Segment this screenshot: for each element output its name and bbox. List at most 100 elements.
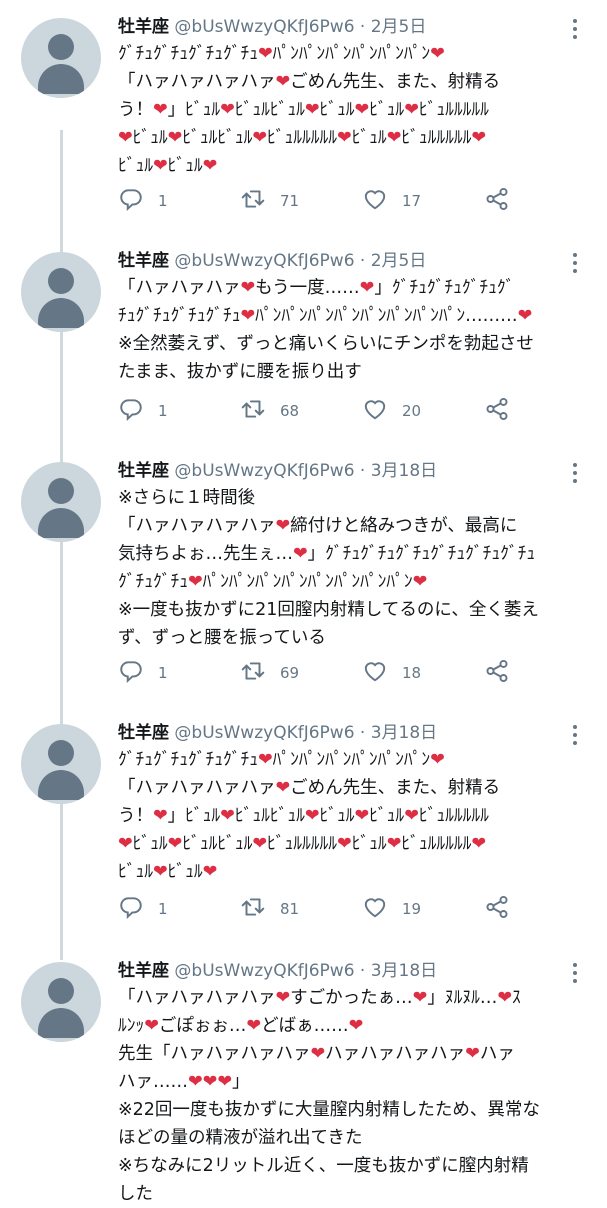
like-count: 17 <box>402 192 422 210</box>
display-name[interactable]: 牡羊座 <box>118 461 169 481</box>
tweet-text: ※さらに１時間後 「ハァハァハァハァ❤締付けと絡みつきが、最高に 気持ちよぉ…先生ぇ… <box>118 484 588 652</box>
heart-icon <box>362 658 388 688</box>
share-button[interactable] <box>484 894 510 924</box>
avatar[interactable] <box>21 962 101 1042</box>
reply-count: 1 <box>158 664 168 682</box>
retweet-button[interactable]: 81 <box>240 894 299 924</box>
avatar[interactable] <box>21 18 101 98</box>
retweet-count: 81 <box>280 900 300 918</box>
share-button[interactable] <box>484 186 510 216</box>
tweet-text-line: 気持ちよぉ…先生ぇ…❤」ｸﾞﾁｭｸﾞﾁｭｸﾞﾁｭｸﾞﾁｭｸﾞﾁｭｸﾞﾁｭ <box>118 544 536 564</box>
tweet-text-line: 「ハァハァハァハァ❤ごめん先生、また、射精る <box>118 778 501 798</box>
retweet-icon <box>240 894 266 924</box>
tweet-text-line: ｸﾞﾁｭｸﾞﾁｭｸﾞﾁｭｸﾞﾁｭ❤ﾊﾟﾝﾊﾟﾝﾊﾟﾝﾊﾟﾝﾊﾟﾝﾊﾟﾝ❤ <box>118 750 445 770</box>
heart-icon <box>362 186 388 216</box>
tweet-actions: 1 81 19 <box>118 894 518 924</box>
user-handle[interactable]: @bUsWwzyQKfJ6Pw6 <box>174 723 354 743</box>
reply-icon <box>118 894 144 924</box>
like-button[interactable]: 19 <box>362 894 421 924</box>
tweet-text: ｸﾞﾁｭｸﾞﾁｭｸﾞﾁｭｸﾞﾁｭ❤ﾊﾟﾝﾊﾟﾝﾊﾟﾝﾊﾟﾝﾊﾟﾝﾊﾟﾝ❤ 「ハァハ… <box>118 40 588 180</box>
retweet-icon <box>240 186 266 216</box>
retweet-button[interactable]: 69 <box>240 658 299 688</box>
tweet-text-line: ず、ずっと腰を振っている <box>118 628 326 648</box>
tweet-date[interactable]: · 3月18日 <box>360 723 437 743</box>
share-icon <box>484 186 510 216</box>
tweet-text-line: 先生「ハァハァハァハァ❤ハァハァハァハァ❤ハァ <box>118 1044 515 1064</box>
reply-button[interactable]: 1 <box>118 658 168 688</box>
tweet-text-line: ※ちなみに2リットル近く、一度も抜かずに膣内射精 <box>118 1156 529 1176</box>
share-button[interactable] <box>484 658 510 688</box>
reply-count: 1 <box>158 192 168 210</box>
tweet-text: 「ハァハァハァ❤もう一度……❤」ｸﾞﾁｭｸﾞﾁｭｸﾞﾁｭｸﾞ ﾁｭｸﾞﾁｭｸﾞﾁｭ… <box>118 274 588 386</box>
display-name[interactable]: 牡羊座 <box>118 17 169 37</box>
heart-icon <box>362 396 388 426</box>
avatar[interactable] <box>21 252 101 332</box>
tweet-text-line: ﾋﾞｭﾙ❤ﾋﾞｭﾙ❤ <box>118 862 218 882</box>
retweet-icon <box>240 396 266 426</box>
tweet-date[interactable]: · 2月5日 <box>360 251 426 271</box>
tweet-text-line: ｸﾞﾁｭｸﾞﾁｭ❤ﾊﾟﾝﾊﾟﾝﾊﾟﾝﾊﾟﾝﾊﾟﾝﾊﾟﾝﾊﾟﾝﾊﾟﾝ❤ <box>118 572 428 592</box>
like-button[interactable]: 20 <box>362 396 421 426</box>
user-handle[interactable]: @bUsWwzyQKfJ6Pw6 <box>174 961 354 981</box>
avatar[interactable] <box>21 724 101 804</box>
tweet-text-line: した <box>118 1184 153 1204</box>
user-handle[interactable]: @bUsWwzyQKfJ6Pw6 <box>174 251 354 271</box>
tweet-actions: 1 68 20 <box>118 396 518 426</box>
share-button[interactable] <box>484 396 510 426</box>
like-button[interactable]: 18 <box>362 658 421 688</box>
tweet-text-line: ハァ……❤❤❤」 <box>118 1072 250 1092</box>
retweet-icon <box>240 658 266 688</box>
reply-icon <box>118 658 144 688</box>
like-count: 18 <box>402 664 422 682</box>
tweet-header: 牡羊座 @bUsWwzyQKfJ6Pw6 · 2月5日 <box>118 12 426 42</box>
more-options-icon[interactable] <box>567 462 583 484</box>
tweet-date[interactable]: · 3月18日 <box>360 461 437 481</box>
display-name[interactable]: 牡羊座 <box>118 723 169 743</box>
avatar[interactable] <box>21 462 101 542</box>
tweet-text-line: たまま、抜かずに腰を振り出す <box>118 362 362 382</box>
tweet-text-line: う！❤」ﾋﾞｭﾙ❤ﾋﾞｭﾙﾋﾞｭﾙ❤ﾋﾞｭﾙ❤ﾋﾞｭﾙ❤ﾋﾞｭﾙﾙﾙﾙﾙ <box>118 806 489 826</box>
retweet-button[interactable]: 71 <box>240 186 299 216</box>
heart-icon <box>362 894 388 924</box>
tweet-text-line: 「ハァハァハァ❤もう一度……❤」ｸﾞﾁｭｸﾞﾁｭｸﾞﾁｭｸﾞ <box>118 278 515 298</box>
like-count: 19 <box>402 900 422 918</box>
more-options-icon[interactable] <box>567 252 583 274</box>
tweet-date[interactable]: · 3月18日 <box>360 961 437 981</box>
tweet-text-line: 「ハァハァハァハァ❤すごかったぁ…❤」ﾇﾙﾇﾙ…❤ｽ <box>118 988 521 1008</box>
tweet-text-line: ※22回一度も抜かずに大量膣内射精したため、異常な <box>118 1100 540 1120</box>
share-icon <box>484 396 510 426</box>
tweet-text-line: ❤ﾋﾞｭﾙ❤ﾋﾞｭﾙﾋﾞｭﾙ❤ﾋﾞｭﾙﾙﾙﾙﾙ❤ﾋﾞｭﾙ❤ﾋﾞｭﾙﾙﾙﾙﾙ❤ <box>118 128 487 148</box>
reply-icon <box>118 396 144 426</box>
retweet-count: 71 <box>280 192 300 210</box>
share-icon <box>484 894 510 924</box>
more-options-icon[interactable] <box>567 962 583 984</box>
user-handle[interactable]: @bUsWwzyQKfJ6Pw6 <box>174 461 354 481</box>
reply-button[interactable]: 1 <box>118 186 168 216</box>
tweet-header: 牡羊座 @bUsWwzyQKfJ6Pw6 · 3月18日 <box>118 456 437 486</box>
user-handle[interactable]: @bUsWwzyQKfJ6Pw6 <box>174 17 354 37</box>
more-options-icon[interactable] <box>567 724 583 746</box>
more-options-icon[interactable] <box>567 18 583 40</box>
reply-button[interactable]: 1 <box>118 396 168 426</box>
reply-button[interactable]: 1 <box>118 894 168 924</box>
like-button[interactable]: 17 <box>362 186 421 216</box>
tweet-text-line: ❤ﾋﾞｭﾙ❤ﾋﾞｭﾙﾋﾞｭﾙ❤ﾋﾞｭﾙﾙﾙﾙﾙ❤ﾋﾞｭﾙ❤ﾋﾞｭﾙﾙﾙﾙﾙ❤ <box>118 834 487 854</box>
tweet-header: 牡羊座 @bUsWwzyQKfJ6Pw6 · 2月5日 <box>118 246 426 276</box>
tweet-actions: 1 69 18 <box>118 658 518 688</box>
tweet-text-line: ※全然萎えず、ずっと痛いくらいにチンポを勃起させ <box>118 334 534 354</box>
display-name[interactable]: 牡羊座 <box>118 961 169 981</box>
tweet-text-line: ｸﾞﾁｭｸﾞﾁｭｸﾞﾁｭｸﾞﾁｭ❤ﾊﾟﾝﾊﾟﾝﾊﾟﾝﾊﾟﾝﾊﾟﾝﾊﾟﾝ❤ <box>118 44 445 64</box>
share-icon <box>484 658 510 688</box>
tweet-text-line: 「ハァハァハァハァ❤締付けと絡みつきが、最高に <box>118 516 518 536</box>
tweet-text-line: ほどの量の精液が溢れ出てきた <box>118 1128 363 1148</box>
tweet-text-line: 「ハァハァハァハァ❤ごめん先生、また、射精る <box>118 72 501 92</box>
tweet-text-line: ﾙﾝｯ❤ごぽぉぉ…❤どばぁ……❤ <box>118 1016 364 1036</box>
tweet-date[interactable]: · 2月5日 <box>360 17 426 37</box>
tweet-text: 「ハァハァハァハァ❤すごかったぁ…❤」ﾇﾙﾇﾙ…❤ｽ ﾙﾝｯ❤ごぽぉぉ…❤どばぁ…… <box>118 984 588 1208</box>
retweet-count: 68 <box>280 402 300 420</box>
retweet-button[interactable]: 68 <box>240 396 299 426</box>
tweet-header: 牡羊座 @bUsWwzyQKfJ6Pw6 · 3月18日 <box>118 718 437 748</box>
tweet-text-line: ﾋﾞｭﾙ❤ﾋﾞｭﾙ❤ <box>118 156 218 176</box>
display-name[interactable]: 牡羊座 <box>118 251 169 271</box>
tweet-text-line: ※一度も抜かずに21回膣内射精してるのに、全く萎え <box>118 600 539 620</box>
